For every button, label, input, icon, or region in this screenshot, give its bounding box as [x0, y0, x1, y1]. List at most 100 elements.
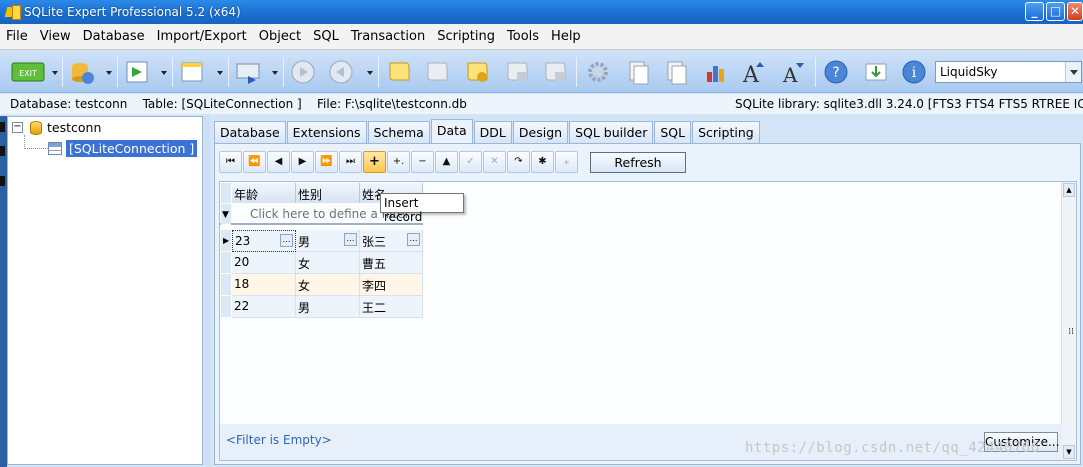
table-cell[interactable]: 20: [232, 252, 296, 274]
menu-database[interactable]: Database: [77, 29, 151, 44]
ellipsis-button[interactable]: …: [407, 233, 420, 246]
script-run-icon[interactable]: [463, 58, 491, 86]
filter-status[interactable]: <Filter is Empty>: [226, 433, 332, 447]
database-tree[interactable]: − testconn [SQLiteConnection ]: [7, 116, 203, 465]
insert-record-button[interactable]: +: [363, 151, 386, 173]
append-record-button[interactable]: +.: [387, 151, 410, 173]
table-cell[interactable]: 女: [296, 274, 360, 296]
execute-dropdown[interactable]: [160, 60, 168, 86]
maximize-button[interactable]: □: [1046, 2, 1065, 21]
menu-object[interactable]: Object: [253, 29, 307, 44]
script-edit-icon[interactable]: [423, 58, 451, 86]
next-record-button[interactable]: ▶: [291, 151, 314, 173]
table-cell[interactable]: 女: [296, 252, 360, 274]
table-cell[interactable]: 男…: [296, 230, 360, 252]
menu-file[interactable]: File: [0, 29, 34, 44]
delete-record-button[interactable]: −: [411, 151, 434, 173]
chevron-down-icon[interactable]: [1065, 62, 1081, 82]
collapse-icon[interactable]: −: [12, 122, 23, 133]
tab-ddl[interactable]: DDL: [473, 121, 512, 144]
vertical-scrollbar[interactable]: ▲ ⁞⁞ ▼: [1061, 182, 1076, 460]
first-record-button[interactable]: ⏮: [219, 151, 242, 173]
font-increase-icon[interactable]: A: [740, 58, 768, 88]
refresh-db-dropdown[interactable]: [105, 60, 113, 86]
goto-bookmark-button[interactable]: ⁎: [555, 151, 578, 173]
refresh-button[interactable]: Refresh: [590, 152, 686, 173]
grip-icon: ⁞⁞: [1068, 327, 1074, 337]
post-edit-button[interactable]: ✓: [459, 151, 482, 173]
ellipsis-button[interactable]: …: [280, 234, 293, 247]
table-cell[interactable]: 曹五: [360, 252, 423, 274]
menu-import-export[interactable]: Import/Export: [151, 29, 253, 44]
theme-select[interactable]: LiquidSky: [935, 61, 1082, 83]
table-cell[interactable]: 王二: [360, 296, 423, 318]
stop-dropdown[interactable]: [366, 60, 374, 86]
tree-node-database[interactable]: testconn: [30, 120, 101, 135]
menu-tools[interactable]: Tools: [501, 29, 545, 44]
splitter[interactable]: [203, 116, 210, 465]
bookmark-button[interactable]: ✱: [531, 151, 554, 173]
menu-view[interactable]: View: [34, 29, 77, 44]
table-cell[interactable]: 李四: [360, 274, 423, 296]
refresh-db-icon[interactable]: [68, 58, 96, 86]
stop-icon[interactable]: [327, 58, 355, 86]
column-header-age[interactable]: 年龄: [232, 183, 296, 203]
tab-strip: Database Extensions Schema Data DDL Desi…: [214, 118, 761, 145]
last-record-button[interactable]: ⏭: [339, 151, 362, 173]
ellipsis-button[interactable]: …: [344, 233, 357, 246]
download-icon[interactable]: [862, 58, 890, 86]
run-script-dropdown[interactable]: [271, 60, 279, 86]
table-cell[interactable]: 22: [232, 296, 296, 318]
menu-transaction[interactable]: Transaction: [345, 29, 431, 44]
cancel-edit-button[interactable]: ✕: [483, 151, 506, 173]
cell-value: 男: [298, 235, 311, 249]
copy-icon[interactable]: [624, 58, 652, 86]
scroll-up-icon[interactable]: ▲: [1063, 183, 1075, 197]
tab-extensions[interactable]: Extensions: [286, 121, 367, 144]
tab-design[interactable]: Design: [512, 121, 569, 144]
script-save-icon[interactable]: [503, 58, 531, 86]
column-header-gender[interactable]: 性别: [296, 183, 360, 203]
table-cell[interactable]: 23…: [232, 230, 296, 252]
help-icon[interactable]: ?: [822, 58, 850, 86]
new-icon[interactable]: [178, 58, 206, 86]
tab-sql[interactable]: SQL: [654, 121, 692, 144]
refresh-records-button[interactable]: ↷: [507, 151, 530, 173]
tree-node-table[interactable]: [SQLiteConnection ]: [48, 140, 198, 157]
prior-record-button[interactable]: ◀: [267, 151, 290, 173]
table-cell[interactable]: 男: [296, 296, 360, 318]
edit-record-button[interactable]: ▲: [435, 151, 458, 173]
prior-page-button[interactable]: ⏪: [243, 151, 266, 173]
tab-schema[interactable]: Schema: [367, 121, 430, 144]
script-close-icon[interactable]: [541, 58, 569, 86]
tab-data[interactable]: Data: [430, 119, 473, 145]
scroll-down-icon[interactable]: ▼: [1063, 445, 1075, 459]
minimize-button[interactable]: _: [1025, 2, 1044, 21]
info-icon[interactable]: i: [900, 58, 928, 86]
paste-icon[interactable]: [662, 58, 690, 86]
menu-scripting[interactable]: Scripting: [431, 29, 501, 44]
data-grid[interactable]: 年龄 性别 姓名 ▼ Click here to define a filter…: [219, 181, 1077, 461]
font-decrease-icon[interactable]: A: [780, 58, 808, 87]
new-dropdown[interactable]: [216, 60, 224, 86]
table-cell[interactable]: 张三…: [360, 230, 423, 252]
play-icon[interactable]: [289, 58, 317, 86]
info-file: File: F:\sqlite\testconn.db: [316, 97, 467, 111]
execute-icon[interactable]: [123, 58, 151, 86]
table-cell[interactable]: 18: [232, 274, 296, 296]
tab-scripting[interactable]: Scripting: [692, 121, 760, 144]
close-button[interactable]: ✕: [1067, 2, 1083, 21]
menu-sql[interactable]: SQL: [307, 29, 345, 44]
header-indicator: [221, 183, 231, 204]
settings-icon[interactable]: [584, 58, 612, 86]
exit-dropdown[interactable]: [51, 60, 59, 86]
run-script-icon[interactable]: [234, 58, 262, 86]
chart-icon[interactable]: [702, 58, 730, 86]
tab-sql-builder[interactable]: SQL builder: [569, 121, 654, 144]
exit-icon[interactable]: EXIT: [10, 58, 46, 86]
next-page-button[interactable]: ⏩: [315, 151, 338, 173]
window-title: SQLite Expert Professional 5.2 (x64): [24, 5, 241, 19]
menu-help[interactable]: Help: [545, 29, 587, 44]
tab-database[interactable]: Database: [214, 121, 286, 144]
script-icon[interactable]: [385, 58, 413, 86]
